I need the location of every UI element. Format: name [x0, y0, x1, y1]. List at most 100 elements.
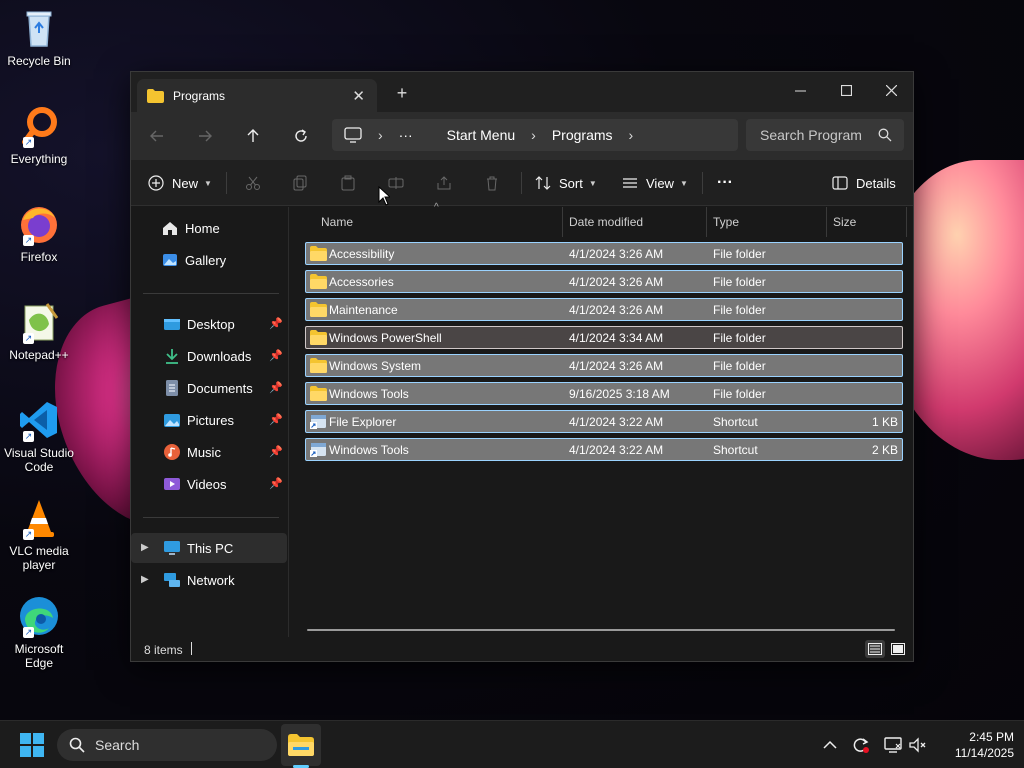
command-bar: New ▼ Sort ▼ View ▼ ··· Details — [131, 160, 913, 206]
back-button[interactable] — [145, 124, 169, 148]
sort-ascending-icon: ^ — [434, 202, 439, 213]
desktop-icon-label: Everything — [10, 152, 68, 166]
status-bar: 8 items — [131, 637, 913, 661]
sidebar-item-desktop[interactable]: Desktop 📌 — [131, 309, 287, 339]
column-header-name[interactable]: Name — [321, 207, 353, 237]
file-name: Accessibility — [329, 247, 395, 261]
pin-icon[interactable]: 📌 — [269, 445, 283, 458]
sidebar-item-gallery[interactable]: Gallery — [131, 245, 287, 275]
file-row[interactable]: Windows Tools 9/16/2025 3:18 AM File folde… — [305, 382, 903, 405]
new-button[interactable]: New ▼ — [148, 160, 212, 206]
file-name: Accessories — [329, 275, 394, 289]
desktop-icon-vscode[interactable]: ↗ Visual Studio Code — [4, 398, 74, 474]
show-hidden-icons-button[interactable] — [820, 735, 840, 755]
sidebar-item-pictures[interactable]: Pictures 📌 — [131, 405, 287, 435]
sort-button[interactable]: Sort ▼ — [535, 160, 597, 206]
search-input[interactable]: Search Program — [746, 119, 904, 151]
column-header-type[interactable]: Type — [713, 207, 739, 237]
item-count: 8 items — [144, 643, 183, 657]
horizontal-scrollbar[interactable] — [307, 629, 895, 631]
chevron-down-icon: ▼ — [588, 178, 597, 188]
desktop-icon-notepad-plus-plus[interactable]: ↗ Notepad++ — [4, 300, 74, 362]
file-row[interactable]: Maintenance 4/1/2024 3:26 AM File folder — [305, 298, 903, 321]
videos-icon — [163, 475, 181, 493]
pin-icon[interactable]: 📌 — [269, 477, 283, 490]
desktop-icon-recycle-bin[interactable]: Recycle Bin — [4, 6, 74, 68]
tiles-view-button[interactable] — [888, 640, 908, 658]
chevron-right-icon[interactable]: ▶ — [141, 542, 149, 553]
file-row[interactable]: Accessibility 4/1/2024 3:26 AM File folder — [305, 242, 903, 265]
system-clock[interactable]: 2:45 PM 11/14/2025 — [930, 729, 1014, 761]
file-row[interactable]: File Explorer 4/1/2024 3:22 AM Shortcut 1 K… — [305, 410, 903, 433]
start-button[interactable] — [20, 733, 44, 757]
column-divider[interactable] — [826, 207, 827, 237]
pin-icon[interactable]: 📌 — [269, 413, 283, 426]
desktop-icon-label: Recycle Bin — [7, 54, 71, 68]
forward-button[interactable] — [193, 124, 217, 148]
desktop-icon-firefox[interactable]: ↗ Firefox — [4, 202, 74, 264]
copy-button[interactable] — [292, 160, 308, 206]
breadcrumb-programs[interactable]: Programs — [552, 127, 613, 143]
chevron-right-icon[interactable]: ▶ — [141, 574, 149, 585]
up-button[interactable] — [241, 124, 265, 148]
details-view-button[interactable] — [865, 640, 885, 658]
taskbar-search[interactable]: Search — [57, 729, 277, 761]
file-row[interactable]: Windows Tools 4/1/2024 3:22 AM Shortcut 2 K… — [305, 438, 903, 461]
sidebar-item-documents[interactable]: Documents 📌 — [131, 373, 287, 403]
volume-muted-icon[interactable] — [908, 735, 928, 755]
chevron-up-icon — [823, 740, 837, 749]
file-date: 4/1/2024 3:22 AM — [569, 415, 664, 429]
pin-icon[interactable]: 📌 — [269, 317, 283, 330]
minimize-button[interactable] — [777, 76, 823, 104]
mouse-cursor-icon — [378, 186, 390, 206]
sidebar-item-this-pc[interactable]: ▶ This PC — [131, 533, 287, 563]
address-overflow[interactable]: ··· — [399, 127, 413, 143]
taskbar-file-explorer[interactable] — [281, 724, 321, 766]
rename-icon — [388, 177, 404, 189]
sidebar-item-music[interactable]: Music 📌 — [131, 437, 287, 467]
column-divider[interactable] — [562, 207, 563, 237]
chevron-right-icon[interactable]: › — [531, 127, 536, 143]
chevron-right-icon[interactable]: › — [378, 127, 383, 143]
new-tab-button[interactable]: + — [393, 83, 411, 104]
file-row[interactable]: Accessories 4/1/2024 3:26 AM File folder — [305, 270, 903, 293]
chevron-right-icon[interactable]: › — [629, 127, 634, 143]
tab-programs[interactable]: Programs ✕ — [137, 79, 377, 112]
breadcrumb-start-menu[interactable]: Start Menu — [447, 127, 515, 143]
address-bar[interactable]: › ··· Start Menu › Programs › — [332, 119, 738, 151]
column-header-size[interactable]: Size — [833, 207, 856, 237]
network-icon — [163, 571, 181, 589]
sidebar-item-downloads[interactable]: Downloads 📌 — [131, 341, 287, 371]
pin-icon[interactable]: 📌 — [269, 381, 283, 394]
column-divider[interactable] — [906, 207, 907, 237]
rename-button[interactable] — [388, 160, 404, 206]
more-options-button[interactable]: ··· — [717, 160, 733, 206]
view-button[interactable]: View ▼ — [622, 160, 688, 206]
desktop-icon-everything[interactable]: ↗ Everything — [4, 104, 74, 166]
search-icon — [69, 737, 85, 753]
close-tab-icon[interactable]: ✕ — [352, 87, 365, 105]
column-header-date[interactable]: Date modified — [569, 207, 643, 237]
share-button[interactable] — [436, 160, 452, 206]
desktop-icon-edge[interactable]: ↗ Microsoft Edge — [4, 594, 74, 670]
sidebar-item-home[interactable]: Home — [131, 213, 287, 243]
pin-icon[interactable]: 📌 — [269, 349, 283, 362]
column-divider[interactable] — [706, 207, 707, 237]
paste-button[interactable] — [340, 160, 356, 206]
file-row[interactable]: Windows System 4/1/2024 3:26 AM File folde… — [305, 354, 903, 377]
desktop-icon-vlc[interactable]: ↗ VLC media player — [4, 496, 74, 572]
delete-button[interactable] — [484, 160, 500, 206]
sync-status-icon[interactable] — [851, 735, 871, 755]
cut-button[interactable] — [245, 160, 261, 206]
refresh-button[interactable] — [289, 124, 313, 148]
details-pane-button[interactable]: Details — [832, 160, 896, 206]
close-window-button[interactable] — [868, 76, 914, 104]
sidebar-item-videos[interactable]: Videos 📌 — [131, 469, 287, 499]
network-status-icon[interactable] — [883, 735, 903, 755]
file-row[interactable]: Windows PowerShell 4/1/2024 3:34 AM File f… — [305, 326, 903, 349]
sidebar-item-label: Music — [187, 444, 221, 460]
sidebar-item-network[interactable]: ▶ Network — [131, 565, 287, 595]
maximize-button[interactable] — [823, 76, 869, 104]
chevron-down-icon: ▼ — [679, 178, 688, 188]
divider — [521, 172, 522, 194]
